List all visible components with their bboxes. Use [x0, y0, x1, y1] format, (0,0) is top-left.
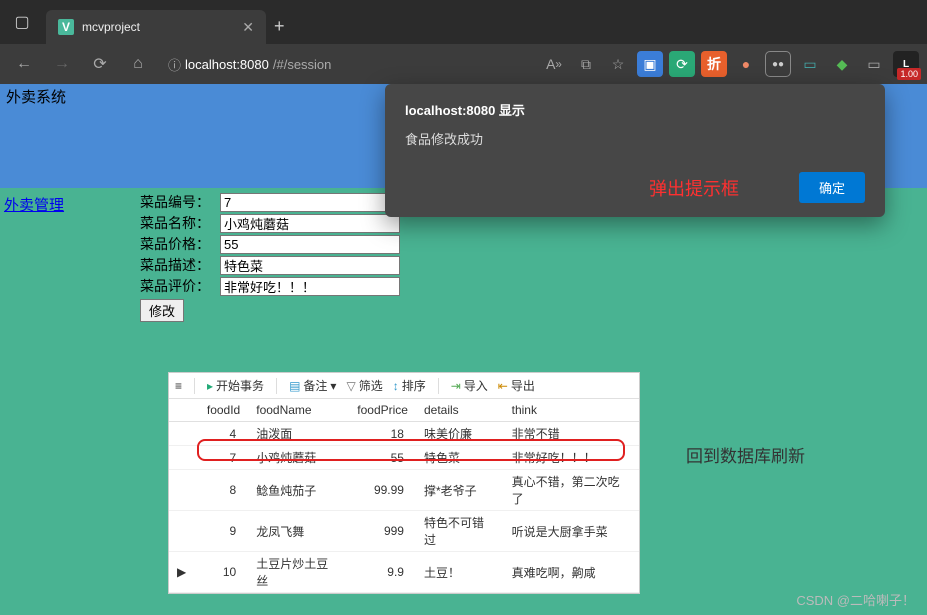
ext-icon-8[interactable]: ▭: [861, 51, 887, 77]
alert-ok-button[interactable]: 确定: [799, 172, 865, 203]
extension-badge: 1.00: [897, 68, 921, 80]
ext-icon-7[interactable]: ◆: [829, 51, 855, 77]
annotation-refresh: 回到数据库刷新: [686, 442, 805, 467]
window-menu-icon[interactable]: ▢: [8, 8, 36, 36]
close-icon[interactable]: ✕: [242, 19, 254, 36]
tab-title: mcvproject: [82, 20, 140, 34]
ext-icon-6[interactable]: ▭: [797, 51, 823, 77]
site-info-icon[interactable]: ⓘ: [168, 55, 181, 74]
label-food-price: 菜品价格：: [140, 234, 220, 254]
label-food-review: 菜品评价：: [140, 276, 220, 296]
db-table[interactable]: foodId foodName foodPrice details think …: [169, 399, 639, 593]
input-food-review[interactable]: [220, 277, 400, 296]
ext-icon-1[interactable]: ▣: [637, 51, 663, 77]
sidebar-link-manage[interactable]: 外卖管理: [0, 192, 140, 217]
ext-icon-2[interactable]: ⟳: [669, 51, 695, 77]
tb-begin-transaction[interactable]: ▸开始事务: [207, 377, 264, 394]
ext-icon-3[interactable]: 折: [701, 51, 727, 77]
col-foodprice[interactable]: foodPrice: [348, 399, 416, 422]
table-row[interactable]: ▶10土豆片炒土豆丝9.9土豆！真难吃啊，齁咸: [169, 552, 639, 593]
db-toolbar: ≡ ▸开始事务 ▤备注 ▾ ▽筛选 ↕排序 ⇥导入 ⇤导出: [169, 373, 639, 399]
browser-tab-strip: ▢ V mcvproject ✕ +: [0, 0, 927, 44]
table-row[interactable]: 8鲶鱼炖茄子99.99撑*老爷子真心不错，第二次吃了: [169, 470, 639, 511]
input-food-price[interactable]: [220, 235, 400, 254]
col-details[interactable]: details: [416, 399, 504, 422]
alert-title: localhost:8080 显示: [405, 100, 865, 119]
new-tab-button[interactable]: +: [274, 16, 285, 37]
tab-favicon: V: [58, 19, 74, 35]
address-bar[interactable]: ⓘ localhost:8080 /#/session: [168, 55, 331, 74]
browser-toolbar: ← → ⟳ ⌂ ⓘ localhost:8080/#/session A» ⧉ …: [0, 44, 927, 84]
forward-button[interactable]: →: [46, 48, 78, 80]
input-food-name[interactable]: [220, 214, 400, 233]
tb-filter[interactable]: ▽筛选: [346, 377, 382, 394]
input-food-id[interactable]: [220, 193, 400, 212]
favorite-icon[interactable]: ☆: [605, 51, 631, 77]
watermark: CSDN @二哈喇子！: [796, 590, 915, 609]
db-result-panel: ≡ ▸开始事务 ▤备注 ▾ ▽筛选 ↕排序 ⇥导入 ⇤导出 foodId foo…: [168, 372, 640, 594]
table-row[interactable]: 7小鸡炖蘑菇55特色菜非常好吃！！！: [169, 446, 639, 470]
menu-icon[interactable]: ≡: [175, 379, 182, 393]
url-host: localhost:8080: [185, 57, 269, 72]
input-food-desc[interactable]: [220, 256, 400, 275]
label-food-desc: 菜品描述：: [140, 255, 220, 275]
refresh-button[interactable]: ⟳: [84, 48, 116, 80]
col-foodname[interactable]: foodName: [248, 399, 348, 422]
alert-annotation: 弹出提示框: [649, 175, 739, 201]
header-title: 外卖系统: [6, 89, 66, 106]
home-button[interactable]: ⌂: [122, 48, 154, 80]
col-foodid[interactable]: foodId: [194, 399, 248, 422]
url-path: /#/session: [273, 57, 332, 72]
table-row[interactable]: 9龙凤飞舞999特色不可错过听说是大厨拿手菜: [169, 511, 639, 552]
submit-button[interactable]: 修改: [140, 299, 184, 322]
tb-sort[interactable]: ↕排序: [393, 377, 426, 394]
ext-icon-5[interactable]: ●●: [765, 51, 791, 77]
alert-message: 食品修改成功: [405, 129, 865, 148]
tb-export[interactable]: ⇤导出: [498, 377, 535, 394]
table-row[interactable]: 4油泼面18味美价廉非常不错: [169, 422, 639, 446]
ext-icon-4[interactable]: ●: [733, 51, 759, 77]
tb-remark[interactable]: ▤备注 ▾: [289, 377, 336, 394]
col-think[interactable]: think: [504, 399, 639, 422]
collections-icon[interactable]: ⧉: [573, 51, 599, 77]
browser-tab[interactable]: V mcvproject ✕: [46, 10, 266, 44]
alert-dialog: localhost:8080 显示 食品修改成功 弹出提示框 确定: [385, 84, 885, 217]
label-food-id: 菜品编号：: [140, 192, 220, 212]
sidebar: 外卖管理: [0, 188, 140, 326]
back-button[interactable]: ←: [8, 48, 40, 80]
tb-import[interactable]: ⇥导入: [451, 377, 488, 394]
reader-icon[interactable]: A»: [541, 51, 567, 77]
label-food-name: 菜品名称：: [140, 213, 220, 233]
